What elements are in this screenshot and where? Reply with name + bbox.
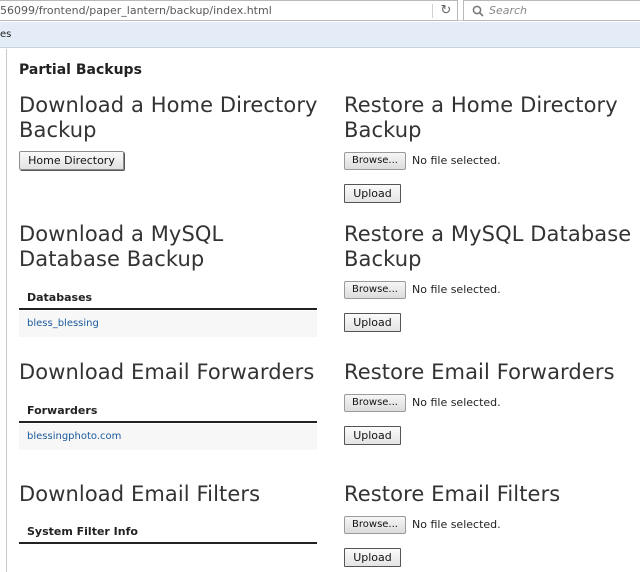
bookmarks-bar: es — [0, 22, 640, 48]
upload-button-forwarders[interactable]: Upload — [344, 426, 401, 445]
forwarder-link[interactable]: blessingphoto.com — [27, 431, 121, 442]
databases-table-header: Databases — [19, 284, 317, 310]
browse-button-filters[interactable]: Browse... — [344, 516, 406, 534]
no-file-label-mysql: No file selected. — [412, 283, 501, 296]
database-link[interactable]: bless_blessing — [27, 318, 99, 329]
restore-mysql-title: Restore a MySQL Database Backup — [344, 222, 631, 272]
restore-mysql-title-line1: Restore a MySQL Database — [344, 222, 632, 246]
download-home-title-line2: Backup — [19, 118, 97, 142]
browse-button-forwarders[interactable]: Browse... — [344, 394, 406, 412]
restore-home-title: Restore a Home Directory Backup — [344, 93, 618, 143]
address-bar-divider — [432, 4, 433, 18]
search-placeholder: Search — [489, 4, 528, 17]
restore-mysql-title-line2: Backup — [344, 247, 422, 271]
restore-home-title-line2: Backup — [344, 118, 422, 142]
download-home-title: Download a Home Directory Backup — [19, 93, 318, 143]
upload-button-filters[interactable]: Upload — [344, 548, 401, 567]
filters-table-header: System Filter Info — [19, 518, 317, 544]
browser-toolbar: 56099/frontend/paper_lantern/backup/inde… — [0, 0, 640, 21]
no-file-label-forwarders: No file selected. — [412, 396, 501, 409]
page-title: Partial Backups — [19, 62, 142, 78]
table-row: blessingphoto.com — [19, 424, 317, 450]
forwarders-table-header: Forwarders — [19, 397, 317, 423]
url-text[interactable]: 56099/frontend/paper_lantern/backup/inde… — [0, 4, 272, 17]
sidebar-divider — [6, 49, 7, 572]
search-input[interactable]: Search — [463, 0, 640, 21]
databases-header-label: Databases — [27, 291, 93, 304]
download-mysql-title: Download a MySQL Database Backup — [19, 222, 223, 272]
search-icon — [472, 5, 484, 17]
download-filters-title: Download Email Filters — [19, 482, 261, 506]
restore-filters-title: Restore Email Filters — [344, 482, 561, 506]
upload-button-home[interactable]: Upload — [344, 184, 401, 203]
no-file-label-filters: No file selected. — [412, 518, 501, 531]
download-mysql-title-line1: Download a MySQL — [19, 222, 224, 246]
browse-button-home[interactable]: Browse... — [344, 152, 406, 170]
browse-button-mysql[interactable]: Browse... — [344, 281, 406, 299]
forwarders-header-label: Forwarders — [27, 404, 98, 417]
page-content: Partial Backups Download a Home Director… — [0, 49, 640, 572]
bookmark-item[interactable]: es — [0, 29, 11, 40]
address-bar[interactable]: 56099/frontend/paper_lantern/backup/inde… — [0, 0, 458, 21]
restore-forwarders-title: Restore Email Forwarders — [344, 360, 615, 384]
restore-home-title-line1: Restore a Home Directory — [344, 93, 618, 117]
download-home-title-line1: Download a Home Directory — [19, 93, 318, 117]
download-mysql-title-line2: Database Backup — [19, 247, 205, 271]
home-directory-button[interactable]: Home Directory — [19, 151, 124, 170]
no-file-label-home: No file selected. — [412, 154, 501, 167]
upload-button-mysql[interactable]: Upload — [344, 313, 401, 332]
download-forwarders-title: Download Email Forwarders — [19, 360, 315, 384]
table-row: bless_blessing — [19, 311, 317, 337]
filters-header-label: System Filter Info — [27, 525, 138, 538]
reload-icon[interactable]: ↻ — [438, 3, 454, 19]
